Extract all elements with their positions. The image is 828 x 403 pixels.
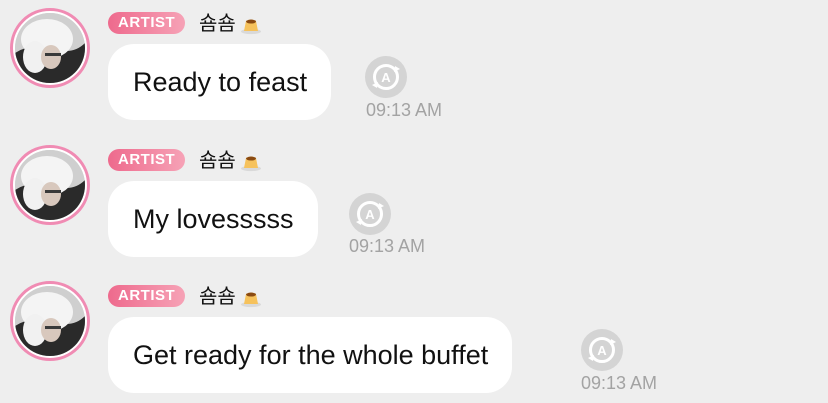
message-row: ARTIST 숌숌 Get ready for the whole buffet…: [0, 273, 828, 403]
svg-text:A: A: [365, 207, 375, 222]
timestamp: 09:13 AM: [349, 236, 426, 256]
avatar-photo: [15, 286, 85, 356]
message-bubble[interactable]: Get ready for the whole buffet: [108, 317, 513, 393]
sender-name: 숌숌: [199, 148, 236, 172]
svg-text:A: A: [381, 70, 391, 85]
avatar-photo: [15, 13, 85, 83]
translate-a-icon[interactable]: A: [580, 328, 624, 372]
timestamp: 09:13 AM: [581, 373, 658, 393]
artist-badge: ARTIST: [108, 149, 186, 171]
message-bubble[interactable]: My lovesssss: [108, 181, 318, 257]
svg-text:A: A: [597, 343, 607, 358]
sender-name-row: 숌숌: [199, 146, 262, 174]
avatar-photo: [15, 150, 85, 220]
sender-name-row: 숌숌: [199, 9, 262, 37]
avatar[interactable]: [10, 8, 90, 88]
sender-name: 숌숌: [199, 284, 236, 308]
message-bubble[interactable]: Ready to feast: [108, 44, 332, 120]
translate-a-icon[interactable]: A: [348, 192, 392, 236]
avatar[interactable]: [10, 145, 90, 225]
sender-name: 숌숌: [199, 11, 236, 35]
artist-badge: ARTIST: [108, 12, 186, 34]
artist-badge: ARTIST: [108, 285, 186, 307]
custard-pudding-icon: [240, 15, 262, 35]
custard-pudding-icon: [240, 152, 262, 172]
message-row: ARTIST 숌숌 My lovesssss A 09:13 AM: [0, 137, 828, 267]
custard-pudding-icon: [240, 288, 262, 308]
timestamp: 09:13 AM: [366, 100, 443, 120]
message-row: ARTIST 숌숌 Ready to feast A 09:13 AM: [0, 0, 828, 130]
sender-name-row: 숌숌: [199, 282, 262, 310]
avatar[interactable]: [10, 281, 90, 361]
translate-a-icon[interactable]: A: [364, 55, 408, 99]
